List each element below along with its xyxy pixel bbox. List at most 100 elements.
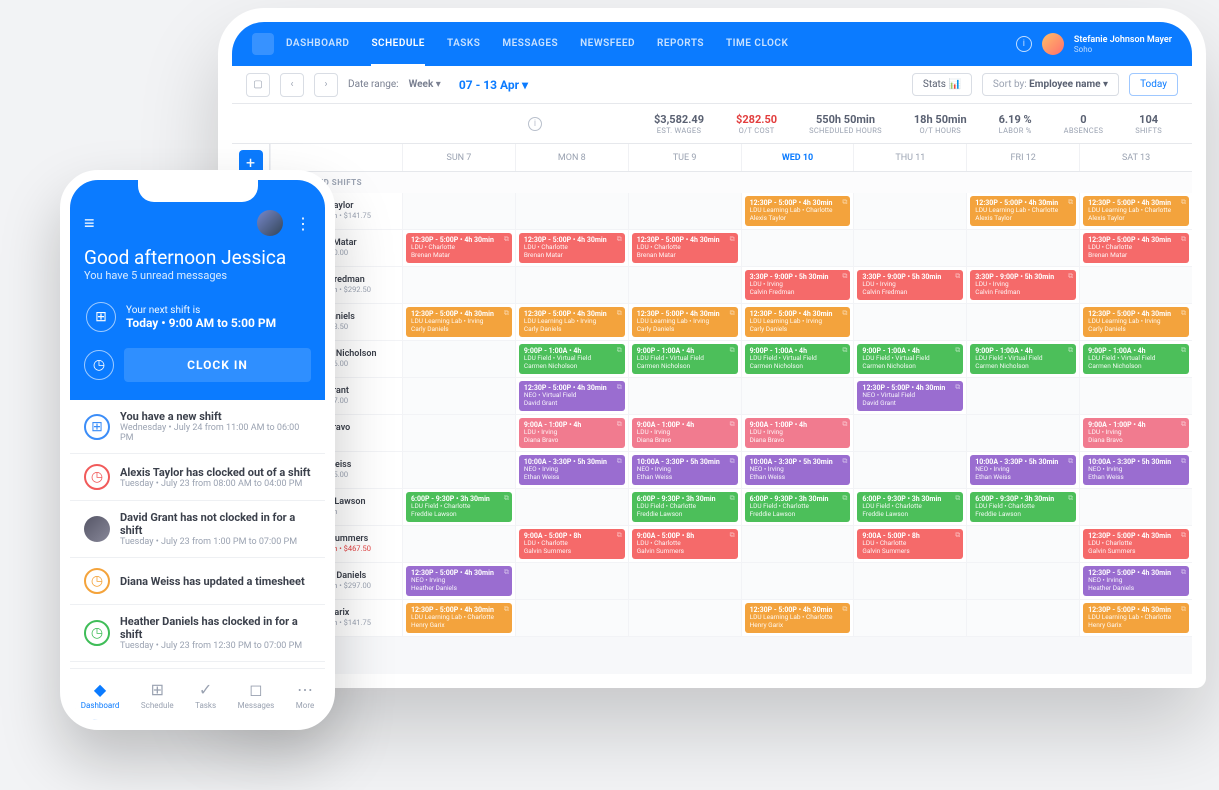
copy-icon[interactable]: ⧉ — [955, 531, 960, 539]
day-header[interactable]: SUN 7 — [402, 144, 515, 171]
copy-icon[interactable]: ⧉ — [1181, 457, 1186, 465]
day-header[interactable]: TUE 9 — [628, 144, 741, 171]
day-cell[interactable] — [853, 600, 966, 636]
day-cell[interactable] — [966, 304, 1079, 340]
shift-block[interactable]: ⧉12:30P - 5:00P • 4h 30minLDU Learning L… — [970, 196, 1076, 226]
day-cell[interactable] — [853, 452, 966, 488]
day-cell[interactable]: ⧉9:00A - 1:00P • 4hLDU • IrvingDiana Bra… — [741, 415, 854, 451]
date-display[interactable]: 07 - 13 Apr ▾ — [459, 78, 528, 92]
shift-block[interactable]: ⧉12:30P - 5:00P • 4h 30minLDU Learning L… — [745, 307, 851, 337]
copy-icon[interactable]: ⧉ — [1068, 198, 1073, 206]
shift-block[interactable]: ⧉6:00P - 9:30P • 3h 30minLDU Field • Cha… — [970, 492, 1076, 522]
tab-more[interactable]: ⋯More — [296, 680, 314, 710]
tab-dashboard[interactable]: ◆Dashboard — [81, 680, 120, 710]
copy-icon[interactable]: ⧉ — [617, 383, 622, 391]
day-header[interactable]: WED 10 — [741, 144, 854, 171]
more-icon[interactable]: ⋮ — [295, 214, 311, 233]
day-cell[interactable]: ⧉12:30P - 5:00P • 4h 30minNEO • IrvingHe… — [1079, 563, 1192, 599]
today-button[interactable]: Today — [1129, 73, 1178, 96]
feed-item[interactable]: ◷Alexis Taylor has clocked out of a shif… — [70, 454, 325, 501]
shift-block[interactable]: ⧉6:00P - 9:30P • 3h 30minLDU Field • Cha… — [632, 492, 738, 522]
day-cell[interactable] — [966, 378, 1079, 414]
day-cell[interactable]: ⧉12:30P - 5:00P • 4h 30minLDU • Charlott… — [1079, 230, 1192, 266]
copy-icon[interactable]: ⧉ — [1068, 494, 1073, 502]
day-cell[interactable] — [853, 193, 966, 229]
shift-block[interactable]: ⧉9:00A - 5:00P • 8hLDU • CharlotteGalvin… — [857, 529, 963, 559]
nav-tasks[interactable]: TASKS — [447, 23, 480, 66]
copy-icon[interactable]: ⧉ — [1181, 420, 1186, 428]
shift-block[interactable]: ⧉12:30P - 5:00P • 4h 30minNEO • Virtual … — [857, 381, 963, 411]
day-cell[interactable]: ⧉9:00A - 1:00P • 4hLDU • IrvingDiana Bra… — [515, 415, 628, 451]
copy-icon[interactable]: ⧉ — [1181, 346, 1186, 354]
feed-item[interactable]: ◷Heather Daniels has clocked in for a sh… — [70, 605, 325, 662]
day-cell[interactable]: ⧉12:30P - 5:00P • 4h 30minLDU Learning L… — [515, 304, 628, 340]
daterange-select[interactable]: Week ▾ — [409, 79, 441, 90]
day-cell[interactable]: ⧉9:00P - 1:00A • 4hLDU Field • Virtual F… — [1079, 341, 1192, 377]
day-cell[interactable] — [628, 600, 741, 636]
shift-block[interactable]: ⧉12:30P - 5:00P • 4h 30minLDU • Charlott… — [1083, 529, 1189, 559]
day-cell[interactable]: ⧉12:30P - 5:00P • 4h 30minLDU Learning L… — [402, 304, 515, 340]
day-cell[interactable] — [853, 230, 966, 266]
day-cell[interactable] — [628, 267, 741, 303]
nav-newsfeed[interactable]: NEWSFEED — [580, 23, 635, 66]
day-cell[interactable] — [628, 193, 741, 229]
day-cell[interactable]: ⧉6:00P - 9:30P • 3h 30minLDU Field • Cha… — [402, 489, 515, 525]
copy-icon[interactable]: ⧉ — [955, 272, 960, 280]
day-cell[interactable]: ⧉9:00P - 1:00A • 4hLDU Field • Virtual F… — [966, 341, 1079, 377]
day-cell[interactable] — [966, 230, 1079, 266]
copy-icon[interactable]: ⧉ — [730, 531, 735, 539]
shift-block[interactable]: ⧉12:30P - 5:00P • 4h 30minLDU Learning L… — [1083, 196, 1189, 226]
shift-block[interactable]: ⧉12:30P - 5:00P • 4h 30minLDU • Charlott… — [632, 233, 738, 263]
copy-icon[interactable]: ⧉ — [504, 309, 509, 317]
day-cell[interactable]: ⧉12:30P - 5:00P • 4h 30minLDU Learning L… — [1079, 193, 1192, 229]
day-cell[interactable]: ⧉9:00A - 5:00P • 8hLDU • CharlotteGalvin… — [628, 526, 741, 562]
day-cell[interactable]: ⧉10:00A - 3:30P • 5h 30minNEO • IrvingEt… — [628, 452, 741, 488]
shift-block[interactable]: ⧉9:00A - 1:00P • 4hLDU • IrvingDiana Bra… — [745, 418, 851, 448]
shift-block[interactable]: ⧉3:30P - 9:00P • 5h 30minLDU • IrvingCal… — [745, 270, 851, 300]
shift-block[interactable]: ⧉12:30P - 5:00P • 4h 30minLDU Learning L… — [406, 603, 512, 633]
shift-block[interactable]: ⧉6:00P - 9:30P • 3h 30minLDU Field • Cha… — [857, 492, 963, 522]
day-cell[interactable]: ⧉3:30P - 9:00P • 5h 30minLDU • IrvingCal… — [741, 267, 854, 303]
shift-block[interactable]: ⧉3:30P - 9:00P • 5h 30minLDU • IrvingCal… — [857, 270, 963, 300]
nav-messages[interactable]: MESSAGES — [502, 23, 558, 66]
day-cell[interactable]: ⧉6:00P - 9:30P • 3h 30minLDU Field • Cha… — [628, 489, 741, 525]
hamburger-icon[interactable]: ≡ — [84, 213, 95, 234]
day-cell[interactable] — [741, 526, 854, 562]
feed-item[interactable]: ⊞You have a new shiftWednesday • July 24… — [70, 400, 325, 454]
copy-icon[interactable]: ⧉ — [842, 605, 847, 613]
copy-icon[interactable]: ⧉ — [1181, 235, 1186, 243]
day-cell[interactable]: ⧉12:30P - 5:00P • 4h 30minLDU Learning L… — [1079, 304, 1192, 340]
day-cell[interactable]: ⧉9:00P - 1:00A • 4hLDU Field • Virtual F… — [853, 341, 966, 377]
day-cell[interactable]: ⧉9:00P - 1:00A • 4hLDU Field • Virtual F… — [741, 341, 854, 377]
day-cell[interactable]: ⧉12:30P - 5:00P • 4h 30minLDU Learning L… — [628, 304, 741, 340]
day-cell[interactable]: ⧉9:00A - 1:00P • 4hLDU • IrvingDiana Bra… — [628, 415, 741, 451]
shift-block[interactable]: ⧉9:00P - 1:00A • 4hLDU Field • Virtual F… — [857, 344, 963, 374]
copy-icon[interactable]: ⧉ — [1181, 568, 1186, 576]
copy-icon[interactable]: ⧉ — [504, 494, 509, 502]
info-icon[interactable]: i — [528, 117, 542, 131]
day-cell[interactable]: ⧉12:30P - 5:00P • 4h 30minNEO • Virtual … — [515, 378, 628, 414]
copy-icon[interactable]: ⧉ — [1181, 605, 1186, 613]
day-cell[interactable] — [402, 378, 515, 414]
copy-icon[interactable]: ⧉ — [730, 309, 735, 317]
day-cell[interactable] — [628, 563, 741, 599]
copy-icon[interactable]: ⧉ — [842, 309, 847, 317]
nav-schedule[interactable]: SCHEDULE — [371, 23, 425, 66]
day-cell[interactable]: ⧉9:00A - 1:00P • 4hLDU • IrvingDiana Bra… — [1079, 415, 1192, 451]
day-cell[interactable] — [853, 304, 966, 340]
copy-icon[interactable]: ⧉ — [842, 198, 847, 206]
day-cell[interactable] — [966, 526, 1079, 562]
copy-icon[interactable]: ⧉ — [617, 235, 622, 243]
shift-block[interactable]: ⧉12:30P - 5:00P • 4h 30minLDU Learning L… — [745, 196, 851, 226]
day-cell[interactable] — [966, 600, 1079, 636]
day-cell[interactable] — [741, 378, 854, 414]
copy-icon[interactable]: ⧉ — [955, 346, 960, 354]
copy-icon[interactable]: ⧉ — [842, 346, 847, 354]
day-cell[interactable]: ⧉9:00A - 5:00P • 8hLDU • CharlotteGalvin… — [853, 526, 966, 562]
schedule-grid[interactable]: SUN 7MON 8TUE 9WED 10THU 11FRI 12SAT 13 … — [270, 144, 1192, 674]
nav-reports[interactable]: REPORTS — [657, 23, 704, 66]
shift-block[interactable]: ⧉9:00P - 1:00A • 4hLDU Field • Virtual F… — [1083, 344, 1189, 374]
day-cell[interactable] — [1079, 378, 1192, 414]
copy-icon[interactable]: ⧉ — [842, 494, 847, 502]
feed-item[interactable]: David Grant has not clocked in for a shi… — [70, 501, 325, 558]
